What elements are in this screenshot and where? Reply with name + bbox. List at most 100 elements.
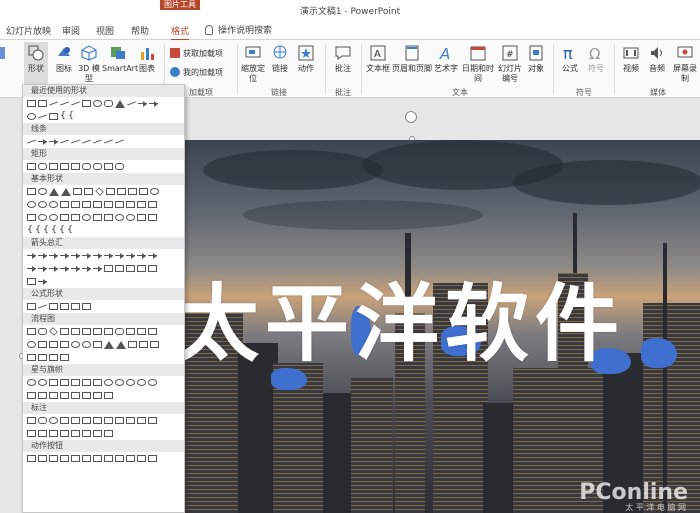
- double-arrow-shape[interactable]: [49, 139, 58, 145]
- predefined-process-shape[interactable]: [71, 328, 80, 335]
- hexagon-shape[interactable]: [117, 188, 126, 195]
- video-button[interactable]: 视频: [619, 44, 643, 74]
- arrow-shape[interactable]: [27, 253, 36, 259]
- card-shape[interactable]: [49, 341, 58, 348]
- oval-shape[interactable]: [38, 188, 47, 195]
- divide-shape[interactable]: [60, 303, 69, 310]
- callout-arrow-shape[interactable]: [137, 265, 146, 272]
- dodecagon-shape[interactable]: [27, 201, 36, 208]
- action-button-home-shape[interactable]: [71, 455, 80, 462]
- callout-shape[interactable]: [49, 430, 58, 437]
- punched-tape-shape[interactable]: [60, 341, 69, 348]
- arrow-shape[interactable]: [126, 253, 135, 259]
- rectangle-shape[interactable]: [82, 100, 91, 107]
- callout-arrow-shape[interactable]: [148, 265, 157, 272]
- screen-recording-button[interactable]: 屏幕录制: [672, 44, 698, 84]
- arrow-shape[interactable]: [60, 253, 69, 259]
- callout-shape[interactable]: [126, 417, 135, 424]
- curve-shape[interactable]: [93, 139, 102, 144]
- block-arc-shape[interactable]: [60, 214, 69, 221]
- wave-shape[interactable]: [93, 392, 102, 399]
- brace-shape[interactable]: [60, 113, 66, 120]
- moon-shape[interactable]: [126, 214, 135, 221]
- tab-review[interactable]: 审阅: [62, 24, 80, 37]
- my-addins-button[interactable]: 我的加载项: [170, 67, 223, 78]
- symbol-button[interactable]: Ω 符号: [584, 44, 608, 74]
- document-shape[interactable]: [93, 328, 102, 335]
- callout-shape[interactable]: [93, 417, 102, 424]
- brace-shape[interactable]: [59, 227, 65, 234]
- scroll-shape[interactable]: [82, 392, 91, 399]
- get-addins-button[interactable]: 获取加载项: [170, 48, 223, 59]
- preparation-shape[interactable]: [126, 328, 135, 335]
- comment-button[interactable]: 批注: [331, 44, 355, 74]
- shapes-button[interactable]: 形状: [24, 42, 48, 88]
- cross-shape[interactable]: [115, 201, 124, 208]
- callout-shape[interactable]: [82, 430, 91, 437]
- action-button[interactable]: 动作: [294, 44, 318, 74]
- l-shape[interactable]: [93, 201, 102, 208]
- manual-input-shape[interactable]: [137, 328, 146, 335]
- brace-shape[interactable]: [51, 227, 57, 234]
- action-button-sound-shape[interactable]: [126, 455, 135, 462]
- arrow-shape[interactable]: [137, 253, 146, 259]
- textbox-button[interactable]: A 文本框: [364, 44, 392, 74]
- not-equal-shape[interactable]: [82, 303, 91, 310]
- link-button[interactable]: 链接: [270, 44, 290, 74]
- explosion-shape[interactable]: [27, 379, 36, 386]
- arrow-shape[interactable]: [38, 279, 47, 285]
- callout-arrow-shape[interactable]: [126, 265, 135, 272]
- callout-shape[interactable]: [137, 417, 146, 424]
- curve-shape[interactable]: [38, 114, 47, 119]
- ribbon-shape[interactable]: [27, 392, 36, 399]
- terminator-shape[interactable]: [115, 328, 124, 335]
- equal-shape[interactable]: [71, 303, 80, 310]
- pentagon-shape[interactable]: [106, 188, 115, 195]
- plus-shape[interactable]: [27, 303, 36, 310]
- rectangle-shape[interactable]: [104, 163, 113, 170]
- arrow-shape[interactable]: [71, 253, 80, 259]
- action-button-help-shape[interactable]: [137, 455, 146, 462]
- wordart-button[interactable]: A 艺术字: [433, 44, 459, 74]
- folded-corner-shape[interactable]: [71, 214, 80, 221]
- slide-number-button[interactable]: # 幻灯片编号: [497, 44, 523, 84]
- brace-shape[interactable]: [35, 227, 41, 234]
- zoom-button[interactable]: 缩放定位: [241, 44, 265, 84]
- diamond-shape[interactable]: [95, 187, 104, 196]
- brace-shape[interactable]: [68, 113, 74, 120]
- arrow-shape[interactable]: [71, 266, 80, 272]
- brace-shape[interactable]: [67, 227, 73, 234]
- no-symbol-shape[interactable]: [49, 214, 58, 221]
- alternate-process-shape[interactable]: [38, 328, 47, 335]
- callout-shape[interactable]: [82, 417, 91, 424]
- arrow-shape[interactable]: [38, 253, 47, 259]
- cloud-callout-shape[interactable]: [60, 417, 69, 424]
- line-shape[interactable]: [27, 139, 36, 144]
- arrow-shape[interactable]: [27, 266, 36, 272]
- arrow-shape[interactable]: [49, 266, 58, 272]
- diagonal-stripe-shape[interactable]: [104, 201, 113, 208]
- arrow-shape[interactable]: [60, 266, 69, 272]
- callout-arrow-shape[interactable]: [115, 265, 124, 272]
- offpage-connector-shape[interactable]: [38, 341, 47, 348]
- callout-shape[interactable]: [27, 430, 36, 437]
- smartart-button[interactable]: SmartArt: [102, 44, 138, 74]
- arrow-shape[interactable]: [138, 101, 147, 107]
- arrow-shape[interactable]: [93, 253, 102, 259]
- arrow-shape[interactable]: [104, 253, 113, 259]
- can-shape[interactable]: [137, 201, 146, 208]
- vertical-textbox-shape[interactable]: [38, 100, 47, 107]
- collate-shape[interactable]: [93, 341, 102, 348]
- lightning-shape[interactable]: [104, 214, 113, 221]
- arc-shape[interactable]: [148, 214, 157, 221]
- star-shape[interactable]: [104, 379, 113, 386]
- callout-shape[interactable]: [71, 417, 80, 424]
- heart-shape[interactable]: [93, 214, 102, 221]
- arrow-shape[interactable]: [149, 101, 158, 107]
- cloud-shape[interactable]: [137, 214, 146, 221]
- snip-rect-shape[interactable]: [49, 163, 58, 170]
- action-button-info-shape[interactable]: [82, 455, 91, 462]
- double-wave-shape[interactable]: [104, 392, 113, 399]
- action-button-document-shape[interactable]: [115, 455, 124, 462]
- decagon-shape[interactable]: [150, 188, 159, 195]
